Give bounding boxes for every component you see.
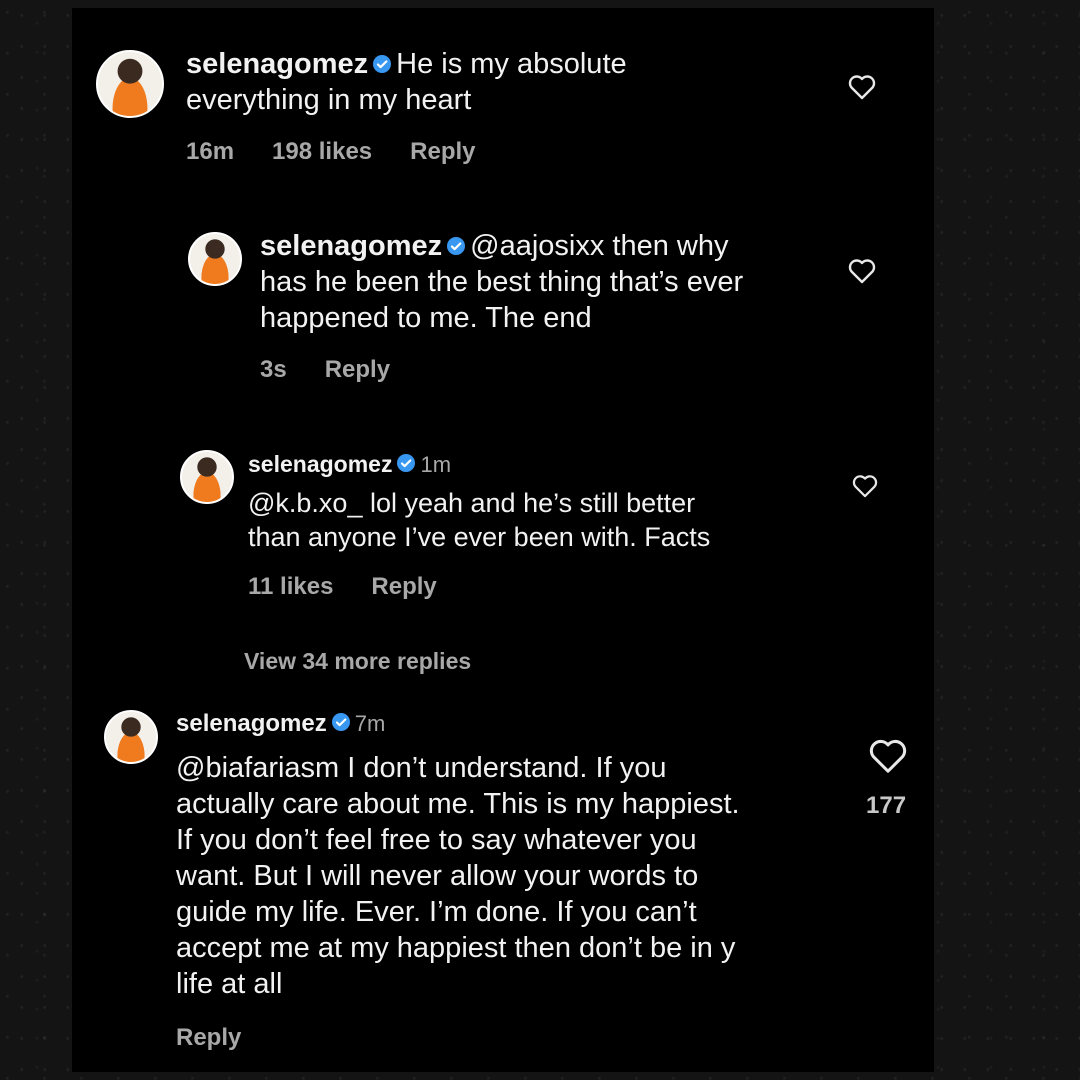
reply-button[interactable]: Reply [176, 1024, 241, 1052]
likes-count[interactable]: 11 likes [248, 573, 333, 601]
comment-header: selenagomez 1m [248, 450, 451, 479]
username[interactable]: selenagomez [248, 451, 392, 477]
comment-text: @k.b.xo_ lol yeah and he’s still better … [248, 488, 711, 552]
comment-text: selenagomez @aajosixx then why has he bee… [260, 230, 744, 334]
reply-button[interactable]: Reply [410, 138, 475, 166]
comment-meta: 3s Reply [260, 356, 428, 384]
like-count: 177 [866, 792, 907, 819]
likes-count[interactable]: 198 likes [272, 138, 372, 166]
heart-outline-icon[interactable] [848, 74, 876, 100]
reply-button[interactable]: Reply [371, 573, 436, 601]
comment-text: selenagomez He is my absolute everything … [186, 48, 627, 116]
timestamp: 1m [420, 452, 452, 477]
timestamp: 7m [354, 711, 386, 736]
comment-text: @biafariasm I don’t understand. If you a… [176, 752, 740, 1000]
verified-badge-icon [397, 454, 416, 472]
avatar[interactable] [188, 232, 242, 286]
heart-outline-icon[interactable] [848, 258, 876, 284]
view-more-replies-link[interactable]: View 34 more replies [244, 648, 471, 675]
verified-badge-icon [447, 237, 466, 255]
comment-meta: 11 likes Reply [248, 573, 475, 601]
username[interactable]: selenagomez [176, 710, 327, 737]
username[interactable]: selenagomez [260, 230, 442, 262]
timestamp: 16m [186, 138, 235, 165]
timestamp: 3s [260, 356, 287, 383]
avatar[interactable] [104, 710, 158, 764]
mention-link[interactable]: @aajosixx [470, 230, 604, 262]
verified-badge-icon [331, 713, 350, 731]
avatar[interactable] [180, 450, 234, 504]
heart-outline-icon[interactable] [868, 738, 908, 774]
comment-meta: Reply [176, 1024, 279, 1052]
avatar[interactable] [96, 50, 164, 118]
username[interactable]: selenagomez [186, 48, 368, 80]
comment-meta: 16m 198 likes Reply [186, 138, 514, 166]
reply-button[interactable]: Reply [325, 356, 390, 384]
verified-badge-icon [373, 55, 392, 73]
heart-outline-icon[interactable] [852, 474, 878, 498]
comment-header: selenagomez 7m [176, 709, 385, 739]
